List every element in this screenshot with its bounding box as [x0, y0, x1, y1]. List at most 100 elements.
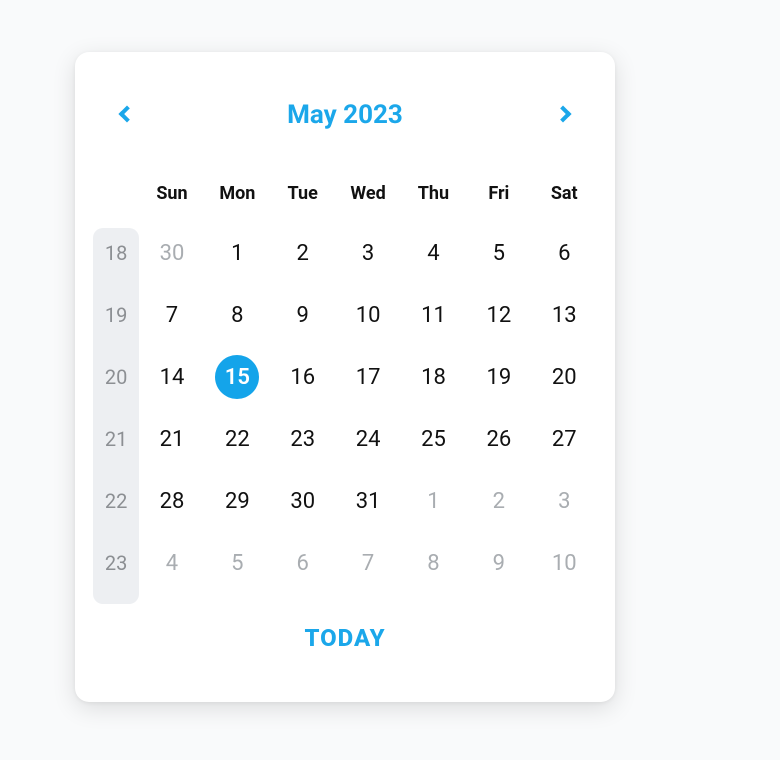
- day-number: 24: [346, 417, 390, 461]
- day-number: 21: [150, 417, 194, 461]
- day-number: 30: [150, 231, 194, 275]
- weekday-header: Sun: [139, 182, 204, 222]
- weekday-header: Fri: [466, 182, 531, 222]
- calendar-row: 2014151617181920: [93, 346, 597, 408]
- day-cell[interactable]: 17: [335, 346, 400, 408]
- day-number: 4: [150, 541, 194, 585]
- day-number: 6: [281, 541, 325, 585]
- today-button[interactable]: TODAY: [75, 624, 615, 652]
- day-number: 17: [346, 355, 390, 399]
- day-number: 5: [477, 231, 521, 275]
- day-number: 9: [281, 293, 325, 337]
- day-cell[interactable]: 2: [270, 222, 335, 284]
- day-cell[interactable]: 21: [139, 408, 204, 470]
- day-number: 22: [215, 417, 259, 461]
- day-number: 4: [411, 231, 455, 275]
- day-number: 19: [477, 355, 521, 399]
- day-number: 3: [542, 479, 586, 523]
- day-cell[interactable]: 7: [139, 284, 204, 346]
- day-cell[interactable]: 10: [335, 284, 400, 346]
- day-cell[interactable]: 10: [532, 532, 597, 594]
- day-number: 13: [542, 293, 586, 337]
- calendar-row: 2228 29 3031123: [93, 470, 597, 532]
- day-number: 18: [411, 355, 455, 399]
- day-cell[interactable]: 16: [270, 346, 335, 408]
- month-year-title[interactable]: May 2023: [287, 100, 403, 130]
- day-number: 2: [281, 231, 325, 275]
- day-number: 29: [215, 479, 259, 523]
- day-cell[interactable]: 22: [205, 408, 270, 470]
- day-cell[interactable]: 19: [466, 346, 531, 408]
- day-cell[interactable]: 20: [532, 346, 597, 408]
- day-number: 7: [346, 541, 390, 585]
- calendar-header: May 2023: [75, 52, 615, 142]
- day-number: 10: [346, 293, 390, 337]
- day-number: 1: [411, 479, 455, 523]
- day-cell[interactable]: 3: [335, 222, 400, 284]
- weekday-header-row: wk Sun Mon Tue Wed Thu Fri Sat: [93, 182, 597, 222]
- day-number: 30: [281, 479, 325, 523]
- day-cell[interactable]: 3: [532, 470, 597, 532]
- day-number: 8: [411, 541, 455, 585]
- day-cell[interactable]: 5: [205, 532, 270, 594]
- calendar-row: 2121222324252627: [93, 408, 597, 470]
- calendar-grid-wrap: wk Sun Mon Tue Wed Thu Fri Sat 183012345…: [75, 182, 615, 594]
- chevron-right-icon: [555, 106, 572, 123]
- day-number: 7: [150, 293, 194, 337]
- day-number: 14: [150, 355, 194, 399]
- day-cell[interactable]: 7: [335, 532, 400, 594]
- day-cell[interactable]: 1: [205, 222, 270, 284]
- weekday-header: Mon: [205, 182, 270, 222]
- calendar-row: 2345678910: [93, 532, 597, 594]
- day-cell[interactable]: 18: [401, 346, 466, 408]
- day-number: 10: [542, 541, 586, 585]
- day-cell[interactable]: 8: [401, 532, 466, 594]
- day-cell[interactable]: 6: [532, 222, 597, 284]
- day-number: 26: [477, 417, 521, 461]
- day-cell[interactable]: 25: [401, 408, 466, 470]
- calendar-row: 19789 10 111213: [93, 284, 597, 346]
- day-cell[interactable]: 8: [205, 284, 270, 346]
- day-number: 28: [150, 479, 194, 523]
- day-cell[interactable]: 27: [532, 408, 597, 470]
- day-cell[interactable]: 14: [139, 346, 204, 408]
- prev-month-button[interactable]: [107, 94, 147, 134]
- day-cell[interactable]: 2: [466, 470, 531, 532]
- day-number: 27: [542, 417, 586, 461]
- day-cell[interactable]: 4: [139, 532, 204, 594]
- day-cell[interactable]: 23: [270, 408, 335, 470]
- day-number: 6: [542, 231, 586, 275]
- calendar-card: May 2023 wk Sun Mon Tue Wed Thu Fri Sat: [75, 52, 615, 702]
- calendar-row: 1830 123456: [93, 222, 597, 284]
- day-cell[interactable]: 4: [401, 222, 466, 284]
- day-cell[interactable]: 9: [270, 284, 335, 346]
- week-number-cell: 18: [93, 222, 139, 284]
- day-cell[interactable]: 6: [270, 532, 335, 594]
- day-cell[interactable]: 28: [139, 470, 204, 532]
- day-cell[interactable]: 29: [205, 470, 270, 532]
- week-number-cell: 22: [93, 470, 139, 532]
- day-cell[interactable]: 1: [401, 470, 466, 532]
- day-number: 1: [215, 231, 259, 275]
- day-cell[interactable]: 13: [532, 284, 597, 346]
- day-cell[interactable]: 26: [466, 408, 531, 470]
- day-number: 11: [411, 293, 455, 337]
- day-cell[interactable]: 30: [139, 222, 204, 284]
- day-cell[interactable]: 30: [270, 470, 335, 532]
- chevron-left-icon: [119, 106, 136, 123]
- week-number-cell: 19: [93, 284, 139, 346]
- week-number-cell: 20: [93, 346, 139, 408]
- day-cell[interactable]: 24: [335, 408, 400, 470]
- day-cell[interactable]: 15: [205, 346, 270, 408]
- day-cell[interactable]: 11: [401, 284, 466, 346]
- day-cell[interactable]: 31: [335, 470, 400, 532]
- day-number: 23: [281, 417, 325, 461]
- day-cell[interactable]: 9: [466, 532, 531, 594]
- next-month-button[interactable]: [543, 94, 583, 134]
- day-number: 3: [346, 231, 390, 275]
- day-cell[interactable]: 12: [466, 284, 531, 346]
- week-number-header: wk: [93, 182, 139, 222]
- day-number: 16: [281, 355, 325, 399]
- week-number-cell: 23: [93, 532, 139, 594]
- day-cell[interactable]: 5: [466, 222, 531, 284]
